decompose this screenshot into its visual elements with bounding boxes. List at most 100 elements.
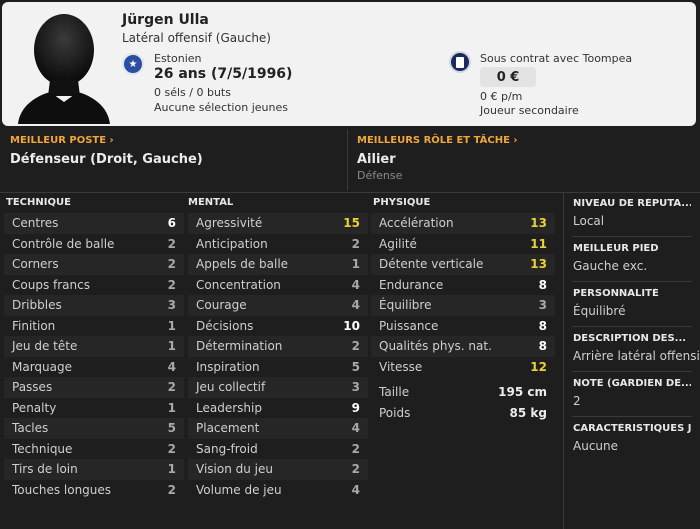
attribute-row[interactable]: Contrôle de balle 2 — [4, 234, 184, 255]
attribute-row[interactable]: Détermination 2 — [188, 336, 368, 357]
attribute-row[interactable]: Jeu de tête 1 — [4, 336, 184, 357]
attribute-name: Marquage — [12, 359, 73, 374]
attribute-row[interactable]: Finition 1 — [4, 316, 184, 337]
attribute-row[interactable]: Anticipation 2 — [188, 234, 368, 255]
sidebar-info-item[interactable]: NOTE (GARDIEN DE... 2 — [564, 372, 700, 408]
sidebar-info-item[interactable]: MEILLEUR PIED Gauche exc. — [564, 237, 700, 273]
sidebar-info-item[interactable]: NIVEAU DE RÉPUTA... Local — [564, 192, 700, 228]
attribute-value: 2 — [351, 462, 360, 477]
attribute-row[interactable]: Placement 4 — [188, 418, 368, 439]
best-role-section[interactable]: MEILLEURS RÔLE ET TÂCHE › Ailier Défense — [357, 130, 687, 190]
attribute-row[interactable]: Puissance 8 — [371, 316, 555, 337]
player-value: 0 € — [480, 67, 536, 87]
best-position-section[interactable]: MEILLEUR POSTE › Défenseur (Droit, Gauch… — [10, 130, 340, 190]
player-name: Jürgen Ulla — [122, 12, 209, 28]
attribute-value: 10 — [343, 318, 360, 333]
attribute-row[interactable]: Accélération 13 — [371, 213, 555, 234]
attribute-row[interactable]: Marquage 4 — [4, 357, 184, 378]
weight-row: Poids 85 kg — [371, 403, 555, 424]
technique-title: TECHNIQUE — [6, 197, 71, 208]
sidebar-info-value: Arrière latéral offensif — [573, 349, 700, 363]
sidebar-info-item[interactable]: DESCRIPTION DES... Arrière latéral offens… — [564, 327, 700, 363]
attribute-value: 4 — [351, 277, 360, 292]
attribute-name: Finition — [12, 318, 56, 333]
attribute-name: Vision du jeu — [196, 462, 273, 477]
attribute-name: Vitesse — [379, 359, 423, 374]
attribute-row[interactable]: Vision du jeu 2 — [188, 459, 368, 480]
best-position-label[interactable]: MEILLEUR POSTE › — [10, 135, 340, 146]
attribute-row[interactable]: Décisions 10 — [188, 316, 368, 337]
attribute-row[interactable]: Inspiration 5 — [188, 357, 368, 378]
attribute-row[interactable]: Dribbles 3 — [4, 295, 184, 316]
attribute-row[interactable]: Volume de jeu 4 — [188, 480, 368, 501]
attribute-value: 13 — [530, 216, 547, 231]
player-info-sidebar: NIVEAU DE RÉPUTA... Local MEILLEUR PIED Gau… — [563, 192, 700, 529]
attribute-name: Touches longues — [12, 482, 112, 497]
attribute-name: Jeu collectif — [196, 380, 266, 395]
best-position-value: Défenseur (Droit, Gauche) — [10, 152, 203, 167]
sidebar-info-value: Gauche exc. — [573, 259, 648, 273]
attribute-row[interactable]: Agressivité 15 — [188, 213, 368, 234]
attribute-row[interactable]: Tacles 5 — [4, 418, 184, 439]
attribute-row[interactable]: Passes 2 — [4, 377, 184, 398]
best-role-label[interactable]: MEILLEURS RÔLE ET TÂCHE › — [357, 135, 687, 146]
attribute-row[interactable]: Courage 4 — [188, 295, 368, 316]
attribute-row[interactable]: Qualités phys. nat. 8 — [371, 336, 555, 357]
attribute-name: Puissance — [379, 318, 439, 333]
attribute-row[interactable]: Tirs de loin 1 — [4, 459, 184, 480]
attribute-row[interactable]: Coups francs 2 — [4, 275, 184, 296]
attribute-name: Détente verticale — [379, 257, 484, 272]
sidebar-info-label: DESCRIPTION DES... — [573, 333, 687, 344]
sidebar-info-label: NIVEAU DE RÉPUTA... — [573, 198, 691, 209]
sidebar-info-label: CARACTÉRISTIQUES J — [573, 423, 691, 434]
club-badge-icon[interactable] — [449, 51, 471, 73]
attribute-value: 8 — [538, 339, 547, 354]
player-position: Latéral offensif (Gauche) — [122, 31, 271, 45]
attribute-value: 5 — [167, 421, 176, 436]
attribute-name: Placement — [196, 421, 260, 436]
sidebar-info-label: NOTE (GARDIEN DE... — [573, 378, 691, 389]
attribute-row[interactable]: Équilibre 3 — [371, 295, 555, 316]
technique-list: Centres 6 Contrôle de balle 2 Corners 2 Coups … — [4, 213, 184, 500]
technique-column: TECHNIQUE Centres 6 Contrôle de balle 2 Corn… — [4, 197, 184, 500]
height-value: 195 cm — [498, 385, 547, 400]
height-label: Taille — [379, 385, 410, 400]
player-youth-caps: Aucune sélection jeunes — [154, 101, 288, 114]
player-nationality[interactable]: Estonien — [154, 52, 202, 65]
attribute-row[interactable]: Leadership 9 — [188, 398, 368, 419]
sidebar-info-label: PERSONNALITÉ — [573, 288, 659, 299]
attribute-row[interactable]: Appels de balle 1 — [188, 254, 368, 275]
nation-flag-icon[interactable]: ★ — [122, 53, 144, 75]
sidebar-info-item[interactable]: CARACTÉRISTIQUES J Aucune — [564, 417, 700, 453]
attribute-row[interactable]: Jeu collectif 3 — [188, 377, 368, 398]
attribute-name: Sang-froid — [196, 441, 258, 456]
attribute-name: Décisions — [196, 318, 254, 333]
attribute-name: Passes — [12, 380, 53, 395]
attribute-row[interactable]: Touches longues 2 — [4, 480, 184, 501]
attribute-row[interactable]: Endurance 8 — [371, 275, 555, 296]
mental-list: Agressivité 15 Anticipation 2 Appels de ball… — [188, 213, 368, 500]
attribute-value: 2 — [167, 236, 176, 251]
player-contract[interactable]: Sous contrat avec Toompea — [480, 52, 632, 65]
attribute-row[interactable]: Vitesse 12 — [371, 357, 555, 378]
attribute-value: 4 — [351, 421, 360, 436]
attribute-value: 8 — [538, 318, 547, 333]
attribute-row[interactable]: Technique 2 — [4, 439, 184, 460]
attribute-row[interactable]: Corners 2 — [4, 254, 184, 275]
attribute-name: Courage — [196, 298, 247, 313]
sidebar-info-value: Aucune — [573, 439, 619, 453]
attribute-row[interactable]: Penalty 1 — [4, 398, 184, 419]
attribute-row[interactable]: Agilité 11 — [371, 234, 555, 255]
attribute-row[interactable]: Concentration 4 — [188, 275, 368, 296]
sidebar-info-item[interactable]: PERSONNALITÉ Équilibré — [564, 282, 700, 318]
mental-column: MENTAL Agressivité 15 Anticipation 2 Appels … — [188, 197, 368, 500]
player-caps: 0 séls / 0 buts — [154, 86, 231, 99]
attribute-name: Dribbles — [12, 298, 62, 313]
attribute-row[interactable]: Détente verticale 13 — [371, 254, 555, 275]
attribute-name: Équilibre — [379, 298, 432, 313]
attribute-row[interactable]: Centres 6 — [4, 213, 184, 234]
best-row-divider — [347, 130, 348, 190]
weight-label: Poids — [379, 405, 411, 420]
best-position-role-row: MEILLEUR POSTE › Défenseur (Droit, Gauch… — [0, 130, 700, 190]
attribute-row[interactable]: Sang-froid 2 — [188, 439, 368, 460]
